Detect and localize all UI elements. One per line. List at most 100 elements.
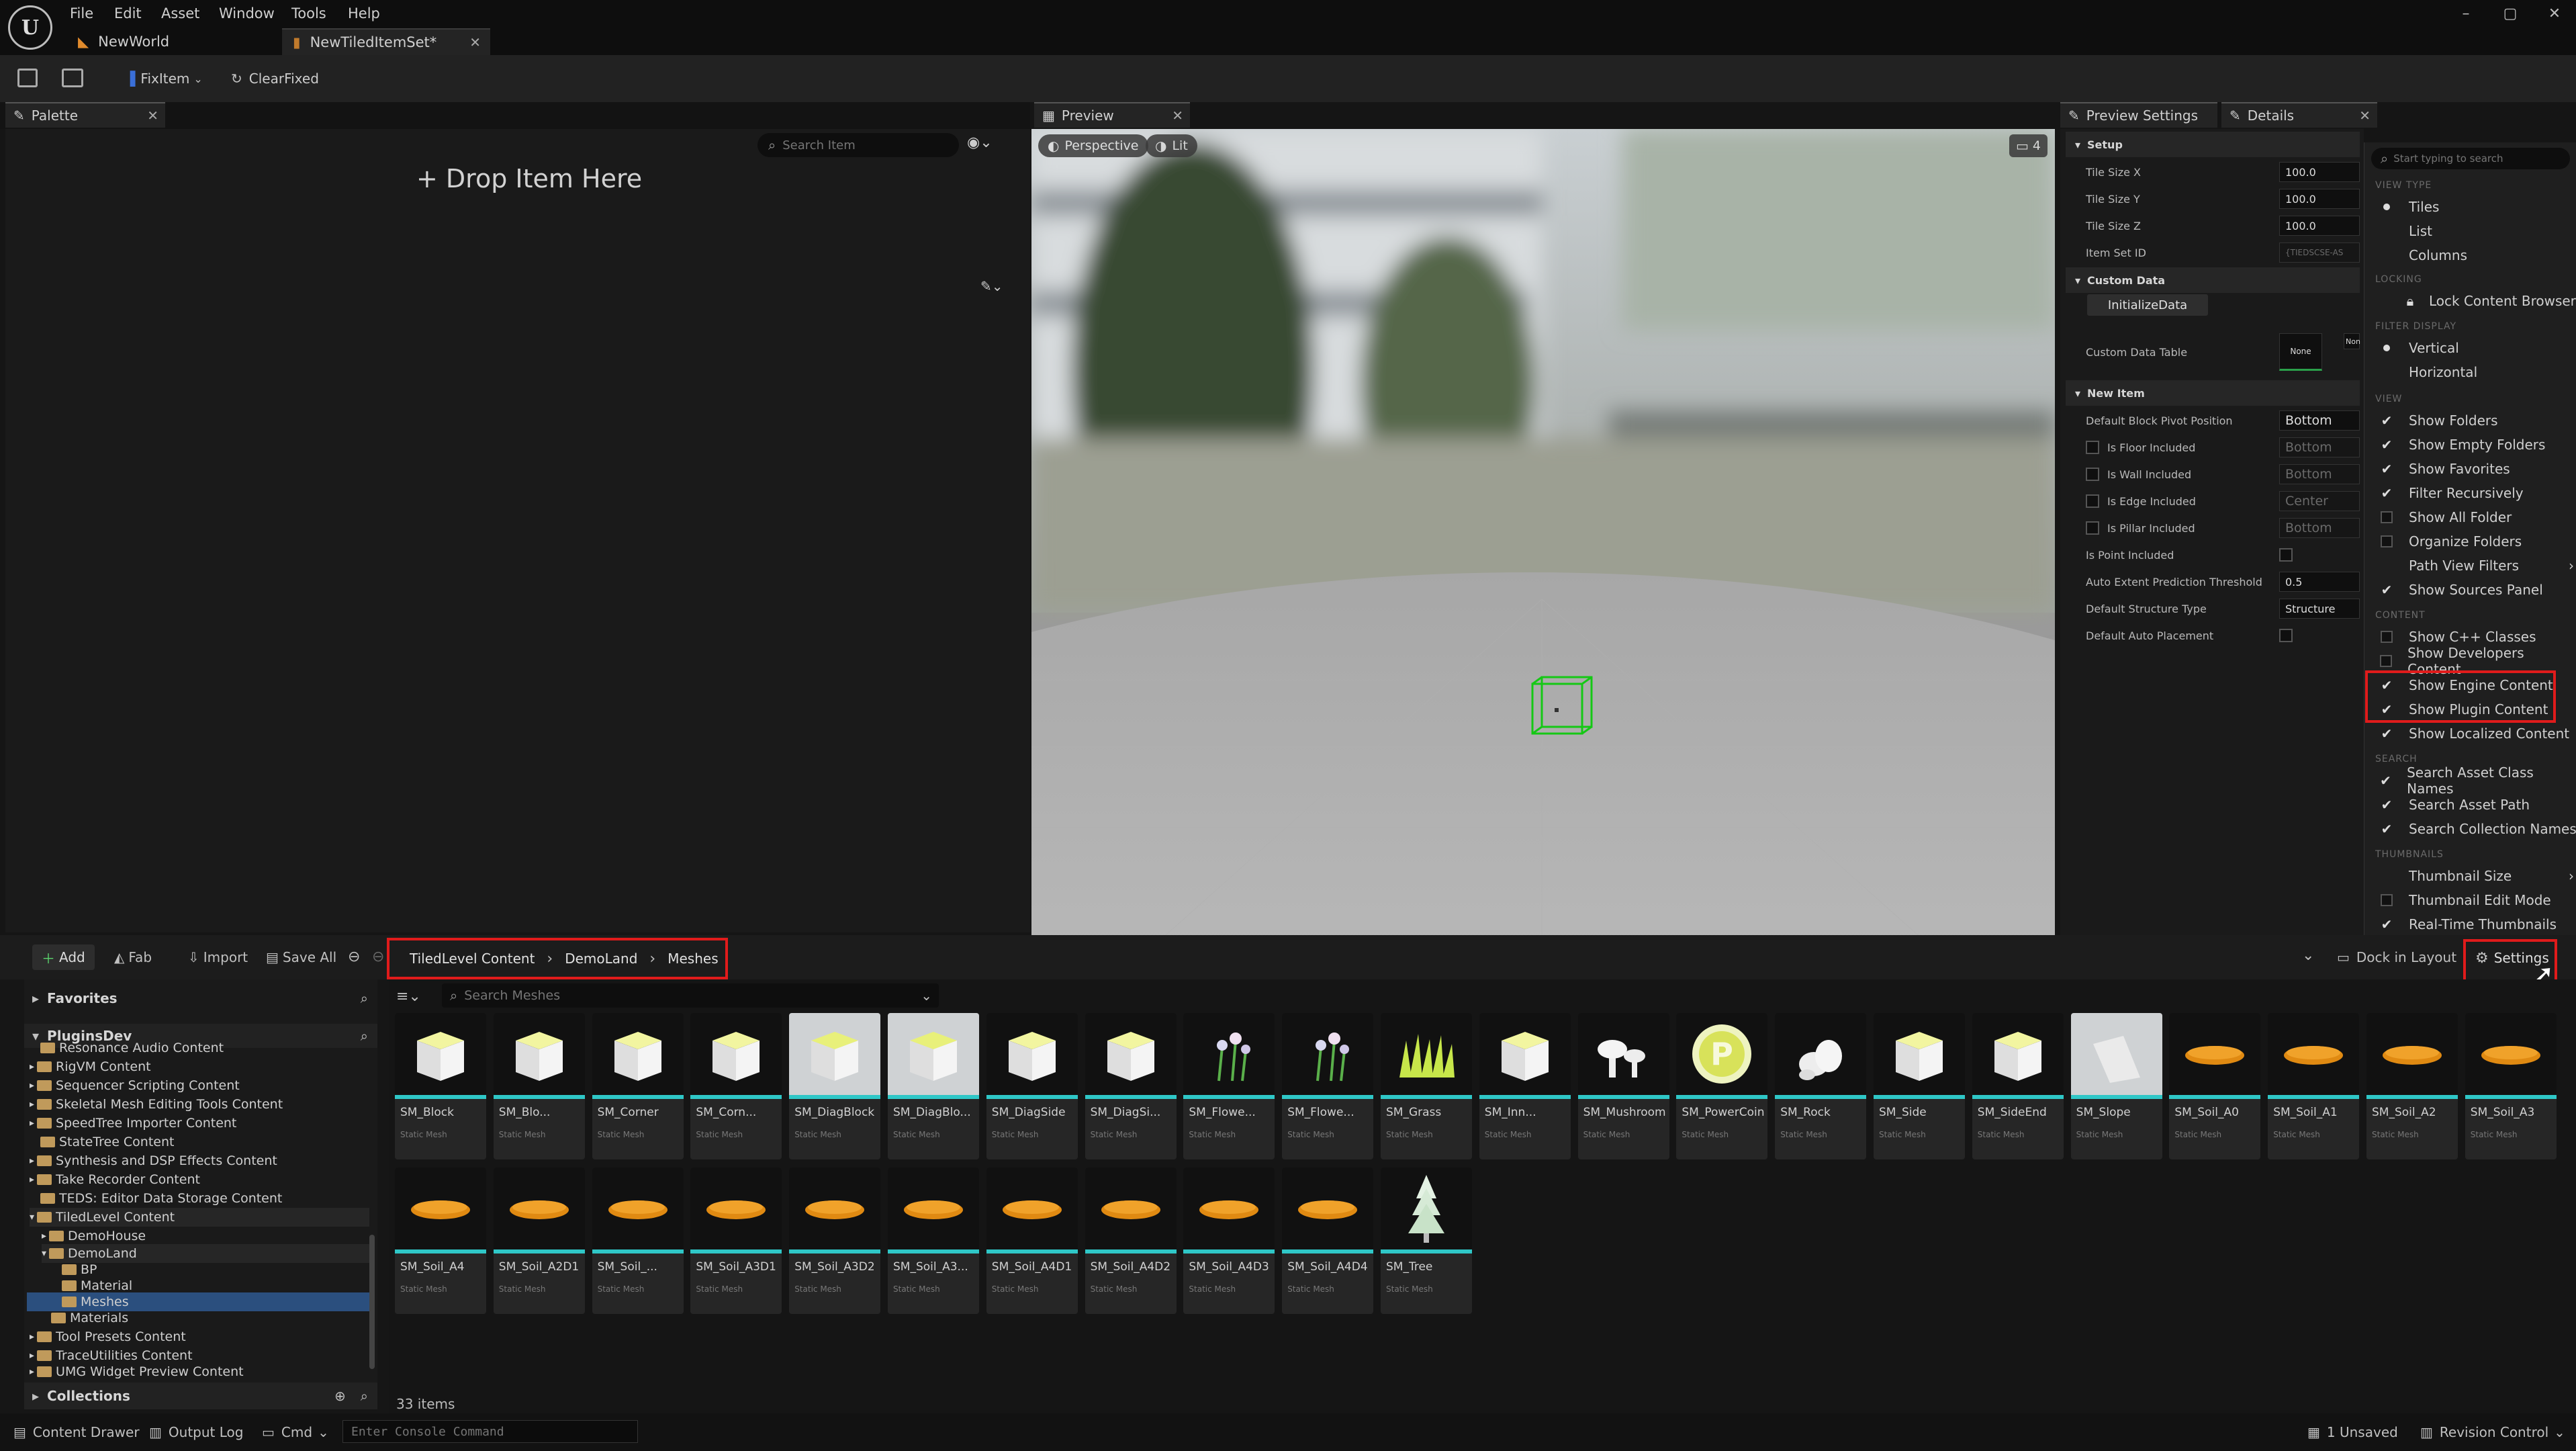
menu-search-class-names[interactable]: ✔ Search Asset Class Names	[2364, 764, 2576, 797]
tile-size-z-input[interactable]: 100.0	[2279, 216, 2360, 236]
menu-organize-folders[interactable]: Organize Folders	[2364, 529, 2576, 554]
item-set-id-value[interactable]: {TIEDSCSE-AS	[2279, 243, 2360, 263]
tree-item[interactable]: ▸ UMG Widget Preview Content	[30, 1365, 244, 1378]
settings-search[interactable]: ⌕	[2371, 148, 2570, 169]
clear-fixed-button[interactable]: ↻ ClearFixed	[231, 67, 319, 90]
tree-item[interactable]: ▸ Synthesis and DSP Effects Content	[30, 1151, 277, 1170]
save-all-button[interactable]: ▤ Save All	[266, 944, 336, 970]
tree-item[interactable]: ▸ Take Recorder Content	[30, 1170, 200, 1189]
asset-tile[interactable]: SM_Side Static Mesh	[1874, 1013, 1965, 1159]
asset-tile[interactable]: SM_Block Static Mesh	[395, 1013, 486, 1159]
breadcrumb-item[interactable]: DemoLand	[565, 951, 637, 967]
palette-search-input[interactable]	[782, 138, 937, 152]
filter-button[interactable]: ≡⌄	[396, 985, 421, 1008]
camera-speed-button[interactable]: ▭ 4	[2009, 134, 2048, 157]
unsaved-button[interactable]: ▦ 1 Unsaved	[2307, 1421, 2398, 1443]
asset-tile[interactable]: SM_Corn... Static Mesh	[690, 1013, 782, 1159]
asset-tile[interactable]: SM_Soil_A3D1 Static Mesh	[690, 1168, 782, 1314]
section-new-item[interactable]: ▾ New Item	[2066, 380, 2360, 406]
asset-tile[interactable]: SM_Soil_A2D1 Static Mesh	[493, 1168, 585, 1314]
asset-tile[interactable]: SM_Flowe... Static Mesh	[1282, 1013, 1374, 1159]
menu-file[interactable]: File	[70, 5, 93, 26]
preview-viewport[interactable]: ◐ Perspective ◑ Lit ▭ 4	[1031, 129, 2055, 935]
edit-pencil-icon[interactable]: ✎⌄	[980, 278, 1003, 294]
menu-path-view-filters[interactable]: Path View Filters ›	[2364, 554, 2576, 578]
doc-tab-newworld[interactable]: ◣ NewWorld	[67, 28, 281, 55]
asset-tile[interactable]: SM_Tree Static Mesh	[1381, 1168, 1472, 1314]
menu-asset[interactable]: Asset	[161, 5, 199, 26]
close-icon[interactable]: ✕	[2359, 107, 2371, 124]
custom-data-table-dropdown[interactable]: Non	[2344, 333, 2360, 349]
initialize-data-button[interactable]: InitializeData	[2087, 294, 2208, 316]
is-point-checkbox[interactable]	[2279, 548, 2293, 562]
preview-tab[interactable]: ▦ Preview ✕	[1034, 102, 1190, 128]
asset-tile[interactable]: SM_Grass Static Mesh	[1381, 1013, 1472, 1159]
tree-item[interactable]: ▸ Skeletal Mesh Editing Tools Content	[30, 1095, 283, 1114]
asset-tile[interactable]: SM_DiagSide Static Mesh	[986, 1013, 1078, 1159]
close-icon[interactable]: ✕	[469, 34, 481, 50]
menu-lock-content-browser[interactable]: 🔒︎ Lock Content Browser	[2364, 289, 2576, 313]
menu-window[interactable]: Window	[219, 5, 275, 26]
asset-tile[interactable]: SM_SideEnd Static Mesh	[1972, 1013, 2064, 1159]
asset-tile[interactable]: SM_Soil_A4D3 Static Mesh	[1183, 1168, 1275, 1314]
menu-thumbnail-size[interactable]: Thumbnail Size ›	[2364, 864, 2576, 888]
asset-tile[interactable]: SM_Soil_A3... Static Mesh	[888, 1168, 979, 1314]
asset-tile[interactable]: SM_Flowe... Static Mesh	[1183, 1013, 1275, 1159]
unreal-logo-icon[interactable]: U	[8, 5, 52, 50]
doc-tab-tileditemset[interactable]: ▮ NewTiledItemSet* ✕	[282, 28, 490, 55]
menu-show-localized-content[interactable]: ✔ Show Localized Content	[2364, 721, 2576, 746]
favorites-header[interactable]: ▸ Favorites ⌕	[24, 986, 377, 1010]
custom-data-table-thumb[interactable]: None	[2279, 333, 2322, 371]
asset-tile[interactable]: SM_Inn... Static Mesh	[1479, 1013, 1571, 1159]
menu-show-folders[interactable]: ✔ Show Folders	[2364, 408, 2576, 433]
asset-tile[interactable]: SM_DiagSi... Static Mesh	[1085, 1013, 1177, 1159]
is-wall-checkbox[interactable]	[2086, 468, 2099, 481]
is-pillar-checkbox[interactable]	[2086, 521, 2099, 535]
asset-tile[interactable]: SM_Soil_A4 Static Mesh	[395, 1168, 486, 1314]
asset-tile[interactable]: SM_Slope Static Mesh	[2070, 1013, 2162, 1159]
tree-item[interactable]: StateTree Content	[40, 1133, 174, 1151]
block-pivot-dropdown[interactable]: Bottom	[2279, 410, 2360, 431]
is-floor-checkbox[interactable]	[2086, 441, 2099, 454]
section-setup[interactable]: ▾ Setup	[2066, 132, 2360, 157]
menu-columns[interactable]: Columns	[2364, 243, 2576, 267]
menu-search-collection-names[interactable]: ✔ Search Collection Names	[2364, 817, 2576, 841]
search-icon[interactable]: ⌕	[361, 1028, 368, 1044]
palette-search[interactable]: ⌕	[757, 133, 959, 157]
cmd-button[interactable]: ▭ Cmd ⌄	[262, 1421, 329, 1443]
revision-control-button[interactable]: ▥ Revision Control ⌄	[2420, 1421, 2565, 1443]
section-custom-data[interactable]: ▾ Custom Data	[2066, 267, 2360, 293]
menu-show-empty-folders[interactable]: ✔ Show Empty Folders	[2364, 433, 2576, 457]
chevron-down-icon[interactable]: ⌄	[2302, 947, 2314, 964]
asset-tile[interactable]: SM_Soil_A4D1 Static Mesh	[986, 1168, 1078, 1314]
preview-settings-tab[interactable]: ✎ Preview Settings	[2060, 102, 2217, 128]
asset-tile[interactable]: SM_Soil_A0 Static Mesh	[2169, 1013, 2261, 1159]
menu-horizontal[interactable]: Horizontal	[2364, 360, 2576, 384]
add-collection-icon[interactable]: ⊕	[334, 1388, 346, 1404]
menu-show-favorites[interactable]: ✔ Show Favorites	[2364, 457, 2576, 481]
fab-button[interactable]: ◭ Fab	[114, 944, 152, 970]
asset-tile[interactable]: SM_Soil_A1 Static Mesh	[2268, 1013, 2360, 1159]
output-log-button[interactable]: ▥ Output Log	[149, 1421, 243, 1443]
asset-tile[interactable]: SM_Soil_... Static Mesh	[592, 1168, 684, 1314]
menu-edit[interactable]: Edit	[114, 5, 142, 26]
tree-item[interactable]: TEDS: Editor Data Storage Content	[40, 1189, 282, 1208]
breadcrumb-item[interactable]: Meshes	[668, 951, 718, 967]
asset-tile[interactable]: SM_Soil_A4D2 Static Mesh	[1085, 1168, 1177, 1314]
asset-tile[interactable]: P SM_PowerCoin Static Mesh	[1676, 1013, 1768, 1159]
menu-tools[interactable]: Tools	[291, 5, 326, 26]
menu-filter-recursively[interactable]: ✔ Filter Recursively	[2364, 481, 2576, 505]
close-icon[interactable]: ✕	[1172, 107, 1183, 124]
menu-list[interactable]: List	[2364, 219, 2576, 243]
details-tab[interactable]: ✎ Details ✕	[2221, 102, 2377, 128]
menu-vertical[interactable]: Vertical	[2364, 336, 2576, 360]
wall-pivot-dropdown[interactable]: Bottom	[2279, 464, 2360, 484]
menu-show-sources-panel[interactable]: ✔ Show Sources Panel	[2364, 578, 2576, 602]
asset-tile[interactable]: SM_Rock Static Mesh	[1775, 1013, 1867, 1159]
asset-tile[interactable]: SM_DiagBlock Static Mesh	[789, 1013, 881, 1159]
tree-item[interactable]: ▸ Sequencer Scripting Content	[30, 1076, 240, 1095]
palette-tab[interactable]: ✎ Palette ✕	[5, 102, 165, 128]
menu-search-asset-path[interactable]: ✔ Search Asset Path	[2364, 793, 2576, 817]
console-input[interactable]	[342, 1420, 638, 1443]
tree-item[interactable]: Materials	[51, 1309, 128, 1327]
